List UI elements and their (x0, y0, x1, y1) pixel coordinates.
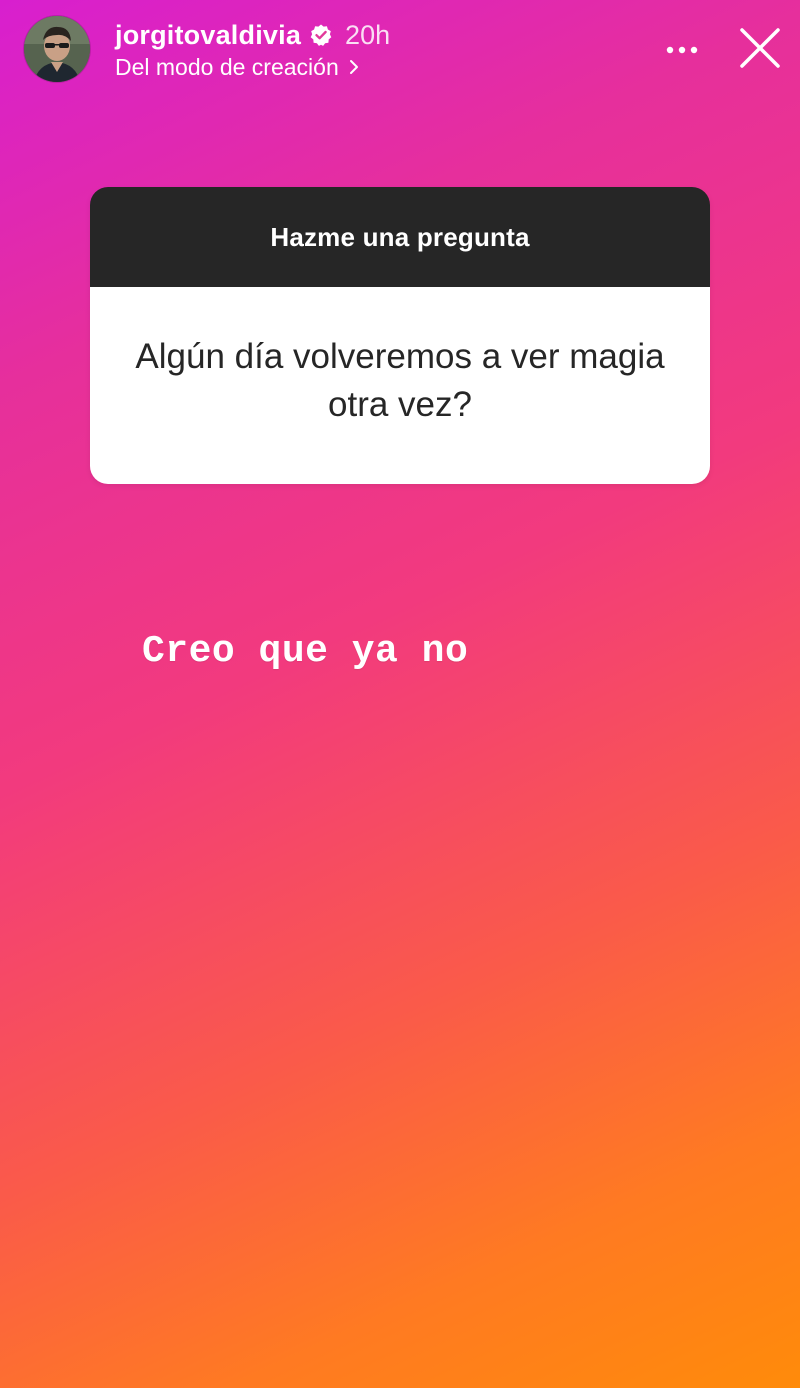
answer-text: Creo que ya no (142, 630, 469, 673)
creation-mode-label: Del modo de creación (115, 53, 339, 80)
creation-mode-link[interactable]: Del modo de creación (115, 52, 361, 82)
username[interactable]: jorgitovaldivia (115, 20, 301, 51)
close-icon (740, 28, 780, 68)
user-line: jorgitovaldivia 20h (115, 18, 390, 52)
more-horizontal-icon (666, 46, 698, 54)
avatar[interactable] (24, 16, 90, 82)
chevron-right-icon (347, 58, 361, 76)
question-sticker-label: Hazme una pregunta (270, 221, 530, 252)
question-text: Algún día volveremos a ver magia otra ve… (135, 336, 665, 424)
story-header: jorgitovaldivia 20h Del modo de creación (24, 14, 784, 84)
question-sticker-body: Algún día volveremos a ver magia otra ve… (90, 287, 710, 484)
avatar-image (24, 16, 90, 82)
question-sticker[interactable]: Hazme una pregunta Algún día volveremos … (90, 187, 710, 484)
close-button[interactable] (736, 24, 784, 72)
question-sticker-header: Hazme una pregunta (90, 187, 710, 287)
more-options-button[interactable] (660, 32, 704, 68)
verified-badge-icon (309, 23, 333, 47)
time-ago: 20h (345, 19, 391, 50)
story-viewer[interactable]: jorgitovaldivia 20h Del modo de creación (0, 0, 800, 1388)
